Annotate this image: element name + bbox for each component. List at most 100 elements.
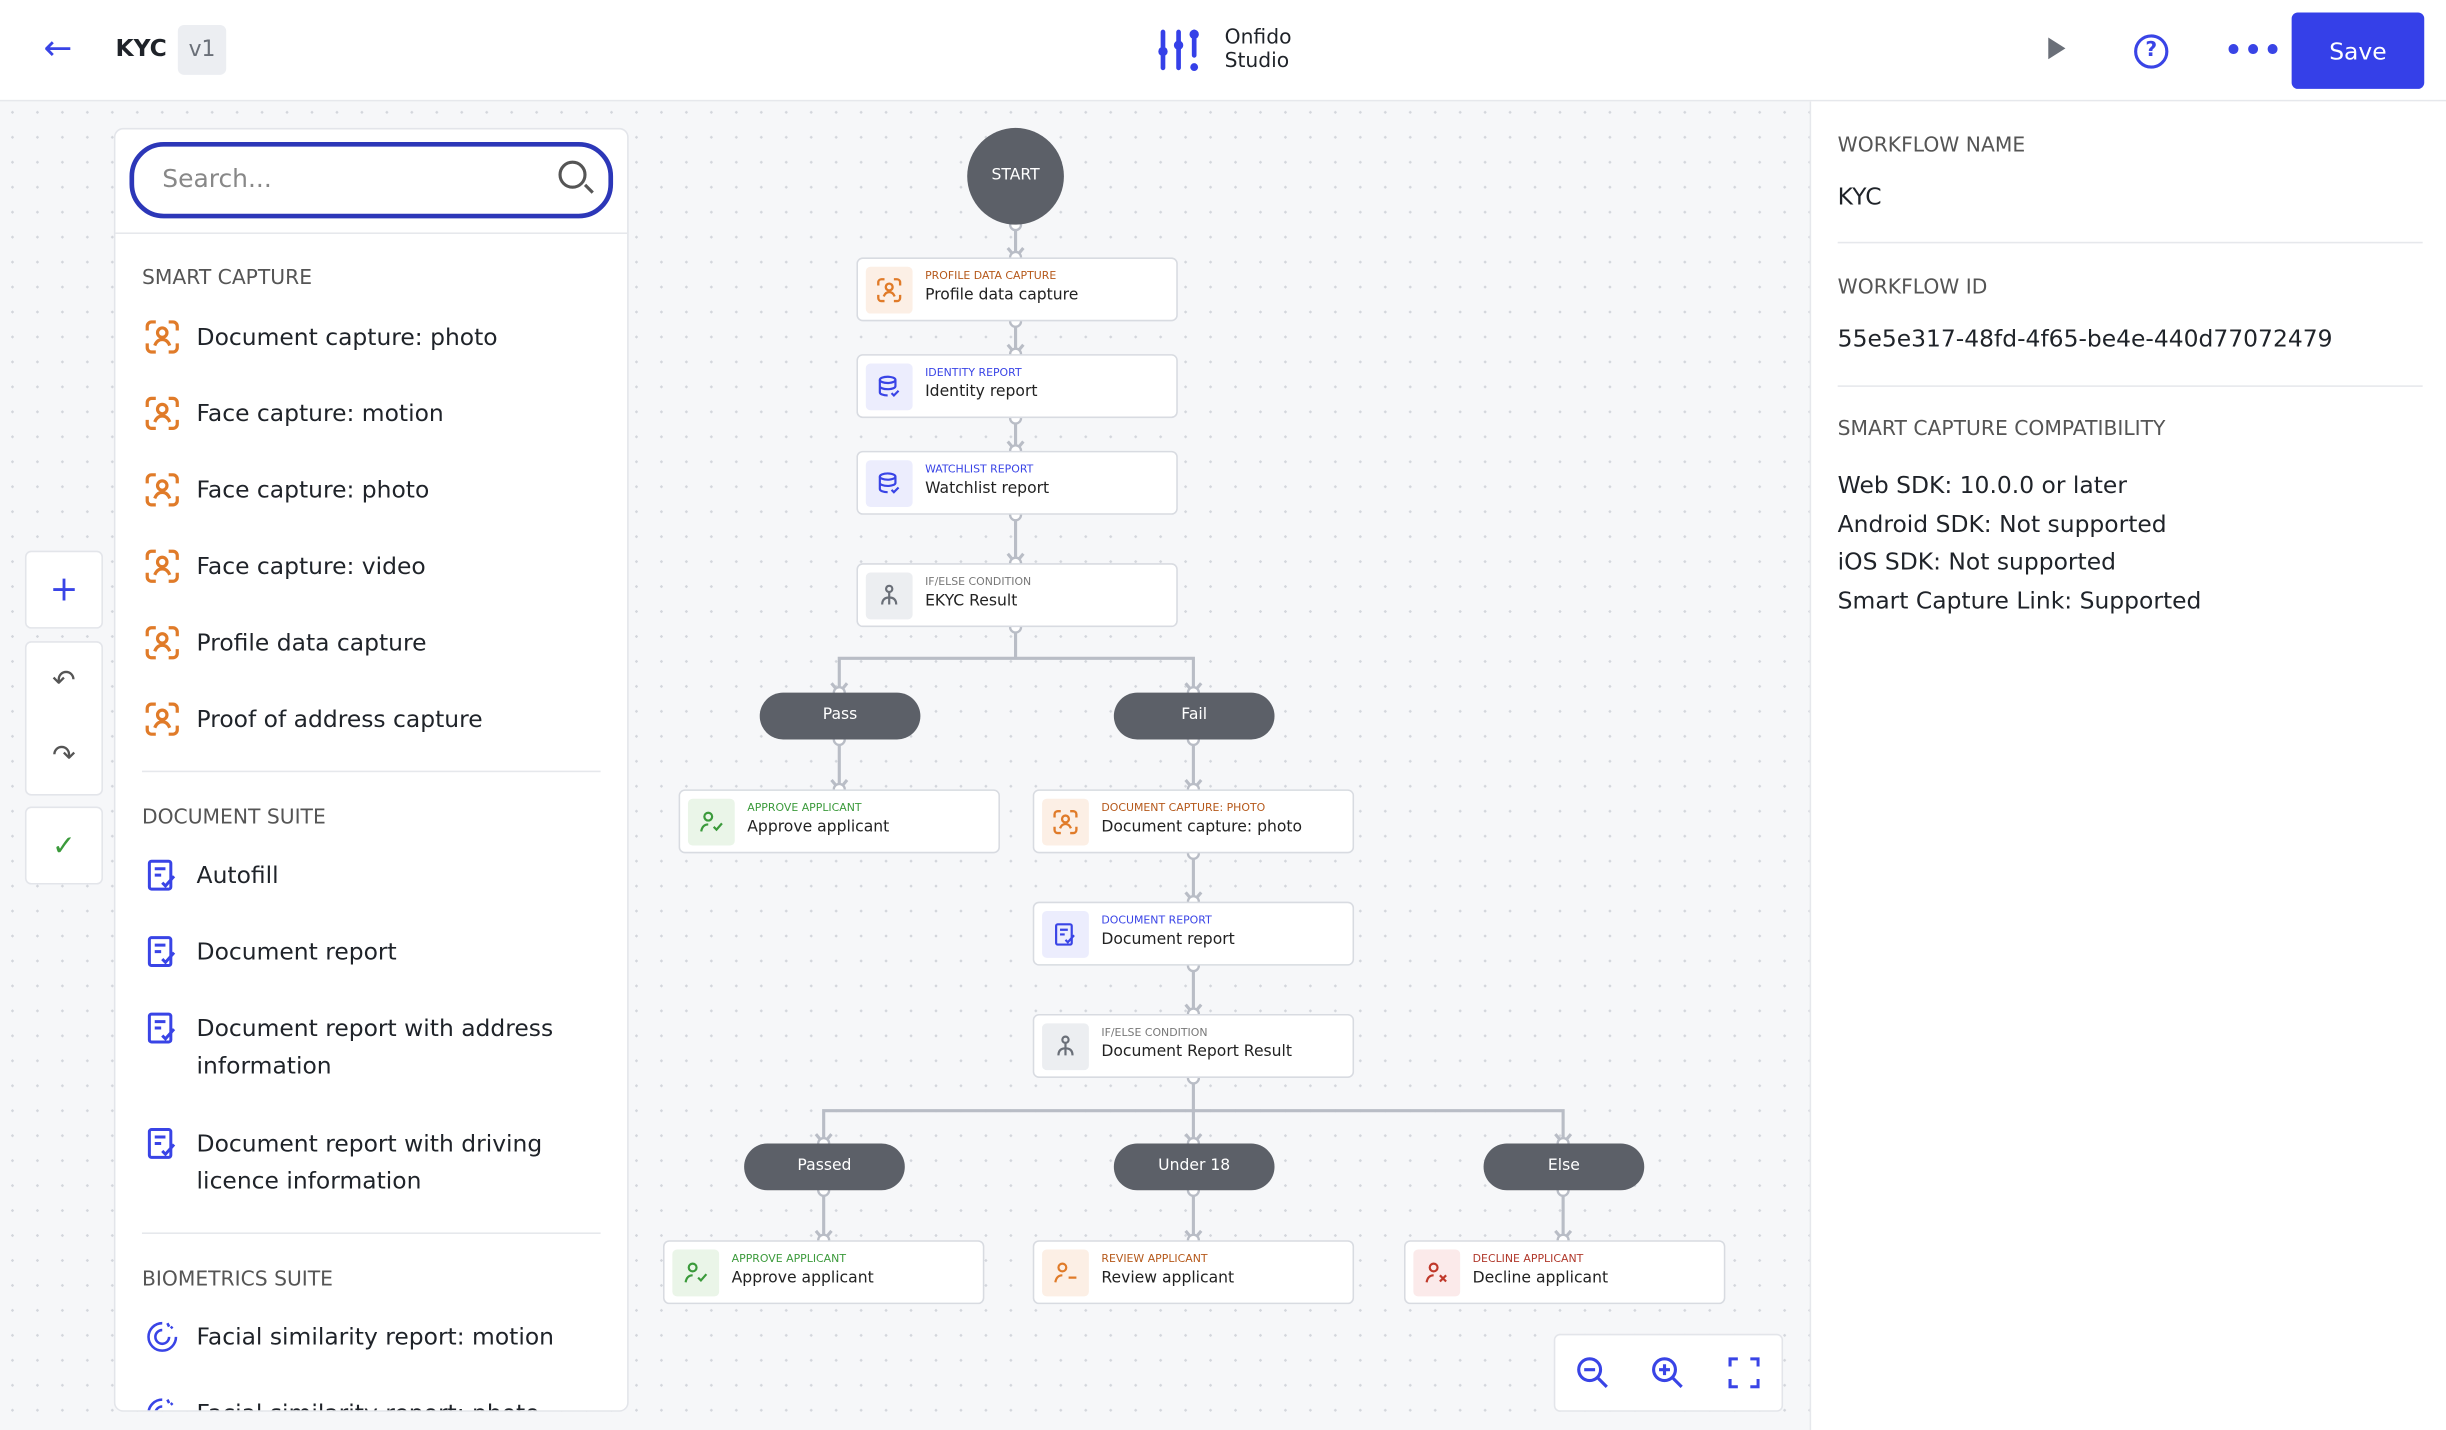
- flow-node[interactable]: Watchlist report Watchlist report: [856, 450, 1178, 515]
- branch-node[interactable]: Else: [1483, 1143, 1645, 1191]
- library-item-label: Proof of address capture: [196, 705, 483, 734]
- library-item[interactable]: Face capture: motion: [142, 395, 594, 432]
- docreport-icon: [1042, 911, 1089, 958]
- compatibility-label: SMART CAPTURE COMPATIBILITY: [1837, 418, 2166, 442]
- zoom-out-icon[interactable]: [1570, 1349, 1617, 1396]
- brand-name: Onfido Studio: [1225, 27, 1292, 74]
- library-item[interactable]: Document report with driving licence inf…: [142, 1125, 594, 1200]
- plus-icon[interactable]: +: [27, 552, 102, 627]
- capture-icon: [145, 549, 179, 583]
- app: ← KYC v1 Onfido Studio ? ••• Save + ↶ ↷ ✓…: [0, 0, 2446, 1430]
- flow-node[interactable]: Document capture: photo Document capture:…: [1032, 789, 1355, 854]
- node-name: Document capture: photo: [1101, 819, 1303, 837]
- fit-view-icon[interactable]: [1720, 1349, 1767, 1396]
- library-item-label: Document report: [196, 937, 397, 966]
- condition-icon: [1042, 1023, 1089, 1071]
- library-item-label: Face capture: motion: [196, 399, 444, 428]
- flow-node[interactable]: If/else condition EKYC Result: [856, 563, 1178, 628]
- report-icon: [865, 460, 913, 507]
- node-name: Approve applicant: [747, 819, 890, 837]
- workflow-id-value: 55e5e317-48fd-4f65-be4e-440d77072479: [1837, 324, 2333, 353]
- node-type: Approve applicant: [731, 1252, 847, 1266]
- validate-button[interactable]: ✓: [24, 806, 103, 885]
- zoom-controls: [1553, 1333, 1784, 1412]
- flow-node[interactable]: Approve applicant Approve applicant: [663, 1240, 985, 1305]
- approve-icon: [672, 1249, 720, 1297]
- connector: [822, 1077, 1565, 1144]
- compat-android-sdk: Android SDK: Not supported: [1837, 509, 2167, 538]
- flow-node[interactable]: If/else condition Document Report Result: [1032, 1013, 1355, 1078]
- flow-node[interactable]: Approve applicant Approve applicant: [678, 789, 1000, 854]
- node-name: Profile data capture: [925, 287, 1079, 305]
- node-name: Decline applicant: [1472, 1269, 1609, 1287]
- library-item[interactable]: Facial similarity report: motion: [142, 1318, 594, 1355]
- library-item-label: Facial similarity report: motion: [196, 1322, 554, 1351]
- library-item[interactable]: Profile data capture: [142, 624, 594, 661]
- node-type: Approve applicant: [747, 801, 862, 815]
- search-input[interactable]: [162, 163, 537, 194]
- divider: [141, 1232, 601, 1234]
- flow-node[interactable]: Review applicant Review applicant: [1032, 1240, 1355, 1305]
- node-type: If/else condition: [925, 575, 1032, 589]
- more-options-icon[interactable]: •••: [2225, 34, 2284, 67]
- document-report-icon: [145, 934, 179, 968]
- review-icon: [1042, 1249, 1089, 1297]
- brand-line-2: Studio: [1224, 49, 1290, 74]
- capture-icon: [145, 320, 179, 354]
- library-item[interactable]: Face capture: photo: [142, 471, 594, 508]
- zoom-in-icon[interactable]: [1645, 1349, 1692, 1396]
- node-name: Watchlist report: [925, 480, 1050, 498]
- library-item[interactable]: Autofill: [142, 856, 594, 893]
- save-button[interactable]: Save: [2291, 12, 2425, 89]
- connector: [837, 627, 1195, 693]
- library-item[interactable]: Face capture: video: [142, 548, 594, 585]
- connector: [830, 682, 1203, 696]
- library-item-label: Document capture: photo: [196, 322, 498, 351]
- flow-node[interactable]: Identity report Identity report: [856, 354, 1178, 419]
- approve-icon: [687, 798, 735, 846]
- search-field[interactable]: [129, 141, 614, 219]
- library-item[interactable]: Proof of address capture: [142, 700, 594, 737]
- check-icon[interactable]: ✓: [27, 808, 102, 883]
- play-icon[interactable]: [2048, 37, 2066, 60]
- library-item[interactable]: Document report with address information: [142, 1009, 594, 1084]
- node-type: Watchlist report: [925, 463, 1034, 476]
- library-item-label: Document report with driving licence inf…: [196, 1129, 543, 1195]
- branch-node[interactable]: Under 18: [1113, 1143, 1275, 1191]
- flow-node[interactable]: Profile data capture Profile data capture: [856, 257, 1178, 322]
- redo-icon[interactable]: ↷: [27, 718, 102, 793]
- workflow-details-panel: WORKFLOW NAME KYC WORKFLOW ID 55e5e317-4…: [1809, 101, 2446, 1430]
- workflow-name-label: WORKFLOW NAME: [1837, 134, 2026, 158]
- section-heading: SMART CAPTURE: [141, 266, 313, 291]
- workflow-id-label: WORKFLOW ID: [1837, 276, 1988, 300]
- face-similarity-icon: [145, 1396, 179, 1411]
- flow-node[interactable]: Document report Document report: [1032, 901, 1355, 966]
- start-node[interactable]: START: [967, 127, 1064, 225]
- version-badge[interactable]: v1: [177, 24, 227, 75]
- decline-icon: [1413, 1249, 1461, 1297]
- node-type: Review applicant: [1101, 1252, 1208, 1266]
- branch-node[interactable]: Passed: [744, 1143, 905, 1191]
- add-node-button[interactable]: +: [24, 550, 103, 629]
- node-type: Document capture: photo: [1101, 801, 1266, 815]
- library-item[interactable]: Document report: [142, 933, 594, 970]
- face-similarity-icon: [145, 1320, 179, 1354]
- undo-icon[interactable]: ↶: [27, 643, 102, 718]
- library-item-label: Profile data capture: [196, 628, 427, 657]
- section-heading: BIOMETRICS SUITE: [141, 1268, 333, 1292]
- node-name: EKYC Result: [925, 592, 1018, 610]
- branch-node[interactable]: Fail: [1113, 692, 1275, 740]
- node-type: Document report: [1101, 914, 1212, 927]
- back-arrow-icon[interactable]: ←: [44, 30, 85, 68]
- node-name: Approve applicant: [731, 1269, 874, 1287]
- top-bar: ← KYC v1 Onfido Studio ? ••• Save: [0, 0, 2446, 102]
- library-item[interactable]: Document capture: photo: [142, 318, 594, 355]
- library-item-label: Facial similarity report: photo: [197, 1395, 540, 1410]
- library-item[interactable]: Facial similarity report: photo: [142, 1395, 594, 1411]
- node-type: Profile data capture: [925, 269, 1057, 283]
- library-item-label: Autofill: [196, 861, 279, 890]
- help-icon[interactable]: ?: [2134, 34, 2169, 69]
- branch-node[interactable]: Pass: [759, 692, 921, 740]
- search-icon[interactable]: [558, 160, 587, 189]
- flow-node[interactable]: Decline applicant Decline applicant: [1404, 1240, 1726, 1305]
